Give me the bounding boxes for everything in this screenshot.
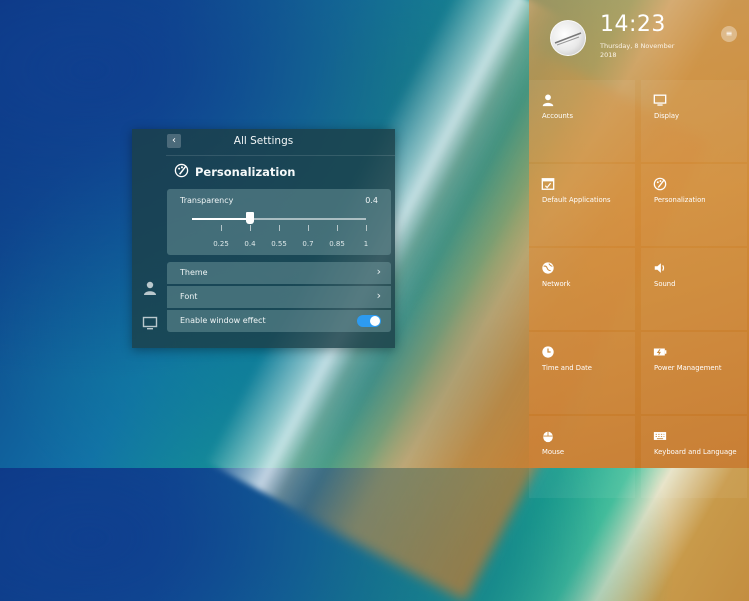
slider-tick bbox=[337, 225, 338, 231]
tile-keyboard-and-language[interactable]: Keyboard and Language bbox=[641, 416, 747, 498]
tile-accounts[interactable]: Accounts bbox=[529, 80, 635, 162]
transparency-slider[interactable] bbox=[192, 212, 366, 224]
speaker-icon bbox=[653, 260, 667, 274]
tile-label: Display bbox=[654, 112, 680, 120]
palette-icon bbox=[653, 176, 667, 191]
tile-label: Network bbox=[542, 280, 571, 288]
titlebar-divider bbox=[166, 155, 395, 156]
default-apps-icon bbox=[541, 176, 555, 190]
battery-icon bbox=[653, 344, 667, 358]
slider-tick bbox=[250, 225, 251, 231]
mouse-icon bbox=[541, 428, 555, 443]
menu-button[interactable]: ≡ bbox=[721, 26, 737, 42]
slider-ticks bbox=[192, 225, 367, 231]
theme-row[interactable]: Theme › bbox=[167, 262, 391, 284]
tile-label: Accounts bbox=[542, 112, 573, 120]
slider-fill bbox=[192, 218, 250, 220]
slider-tick bbox=[366, 225, 367, 231]
transparency-value: 0.4 bbox=[365, 196, 378, 205]
keyboard-icon bbox=[653, 428, 667, 442]
slider-tick-label: 0.4 bbox=[244, 240, 256, 248]
toggle-knob bbox=[370, 316, 380, 326]
window-effect-row: Enable window effect bbox=[167, 310, 391, 332]
window-effect-toggle[interactable] bbox=[357, 315, 381, 327]
section-header: Personalization bbox=[174, 163, 295, 181]
slider-tick-label: 0.55 bbox=[271, 240, 287, 248]
window-effect-label: Enable window effect bbox=[180, 316, 266, 325]
clock-date: Thursday, 8 November 2018 bbox=[600, 42, 675, 59]
font-row[interactable]: Font › bbox=[167, 286, 391, 308]
tile-label: Time and Date bbox=[542, 364, 592, 372]
font-label: Font bbox=[180, 292, 198, 301]
tile-power-management[interactable]: Power Management bbox=[641, 332, 747, 414]
tile-label: Mouse bbox=[542, 448, 565, 456]
clock-icon bbox=[541, 344, 555, 358]
tile-label: Default Applications bbox=[542, 196, 611, 204]
transparency-label: Transparency bbox=[180, 196, 234, 205]
tile-network[interactable]: Network bbox=[529, 248, 635, 330]
tile-display[interactable]: Display bbox=[641, 80, 747, 162]
control-center-panel: 14:23 Thursday, 8 November 2018 ≡ Accoun… bbox=[529, 0, 749, 498]
tile-time-and-date[interactable]: Time and Date bbox=[529, 332, 635, 414]
tile-label: Sound bbox=[654, 280, 676, 288]
chevron-right-icon: › bbox=[376, 289, 381, 302]
palette-icon bbox=[174, 163, 189, 182]
slider-tick-label: 0.85 bbox=[329, 240, 345, 248]
monitor-icon bbox=[653, 92, 667, 106]
chevron-right-icon: › bbox=[376, 265, 381, 278]
user-icon bbox=[541, 92, 555, 107]
globe-icon bbox=[541, 260, 555, 274]
tile-mouse[interactable]: Mouse bbox=[529, 416, 635, 498]
section-title: Personalization bbox=[195, 165, 296, 179]
tile-personalization[interactable]: Personalization bbox=[641, 164, 747, 246]
slider-tick-label: 1 bbox=[363, 240, 369, 248]
avatar[interactable] bbox=[550, 20, 586, 56]
slider-tick bbox=[221, 225, 222, 231]
tile-label: Personalization bbox=[654, 196, 706, 204]
slider-tick bbox=[279, 225, 280, 231]
transparency-card: Transparency 0.4 0.25 0.4 0.55 0.7 0.85 1 bbox=[167, 189, 391, 255]
slider-thumb[interactable] bbox=[246, 212, 254, 224]
settings-window: ‹ All Settings Personalization Transpare… bbox=[132, 129, 395, 348]
slider-tick bbox=[308, 225, 309, 231]
tile-default-applications[interactable]: Default Applications bbox=[529, 164, 635, 246]
tile-sound[interactable]: Sound bbox=[641, 248, 747, 330]
theme-label: Theme bbox=[180, 268, 208, 277]
tile-label: Keyboard and Language bbox=[654, 448, 737, 456]
slider-tick-label: 0.25 bbox=[213, 240, 229, 248]
display-side-icon[interactable] bbox=[142, 315, 158, 331]
settings-titlebar: ‹ All Settings bbox=[132, 129, 395, 155]
tile-label: Power Management bbox=[654, 364, 722, 372]
clock-time: 14:23 bbox=[600, 12, 666, 37]
account-side-icon[interactable] bbox=[142, 280, 158, 296]
window-title: All Settings bbox=[233, 135, 294, 147]
slider-tick-label: 0.7 bbox=[302, 240, 314, 248]
